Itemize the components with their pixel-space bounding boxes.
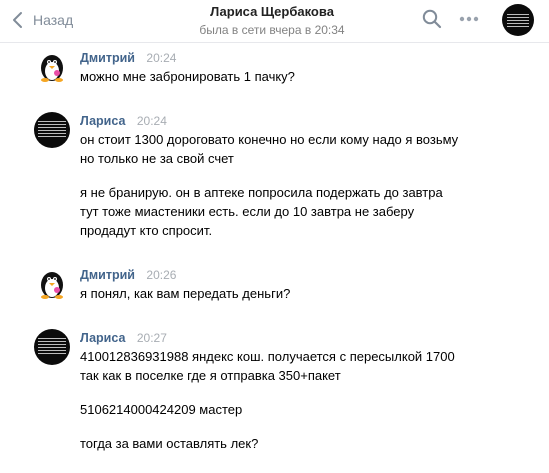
message-text: 410012836931988 яндекс кош. получается с… [80,347,549,453]
back-button-label: Назад [33,12,74,28]
search-icon[interactable] [421,8,443,30]
message-group: Лариса 20:24 он стоит 1300 дороговато ко… [0,106,549,240]
chat-title-block[interactable]: Лариса Щербакова была в сети вчера в 20:… [150,4,394,38]
message-paragraph: 5106214000424209 мастер [80,402,243,417]
message-paragraph: я понял, как вам передать деньги? [80,286,291,301]
last-seen-status: была в сети вчера в 20:34 [199,23,345,37]
message-meta: Дмитрий 20:24 [80,43,549,67]
avatar-text-graphic [38,121,66,139]
message-time[interactable]: 20:24 [137,114,167,128]
avatar-text-graphic [38,338,66,356]
message-text: он стоит 1300 дороговато конечно но если… [80,130,549,240]
chat-header: Назад Лариса Щербакова была в сети вчера… [0,0,549,43]
message-text: можно мне забронировать 1 пачку? [80,67,549,86]
contact-avatar[interactable] [502,4,534,36]
message-group: Дмитрий 20:26 я понял, как вам передать … [0,260,549,303]
author-name[interactable]: Лариса [80,331,125,345]
message-time[interactable]: 20:26 [146,268,176,282]
avatar-text-graphic [507,14,529,29]
message-paragraph: 410012836931988 яндекс кош. получается с… [80,349,455,383]
author-name[interactable]: Дмитрий [80,268,135,282]
message-time[interactable]: 20:24 [146,51,176,65]
penguin-avatar-icon [41,55,63,82]
avatar[interactable] [34,266,70,302]
message-meta: Лариса 20:24 [80,106,549,130]
avatar[interactable] [34,329,70,365]
chat-title: Лариса Щербакова [210,4,334,19]
message-time[interactable]: 20:27 [137,331,167,345]
message-paragraph: тогда за вами оставлять лек? [80,436,259,451]
back-button[interactable]: Назад [10,9,73,31]
chevron-left-icon [13,12,22,28]
message-history: Дмитрий 20:24 можно мне забронировать 1 … [0,43,549,473]
more-icon[interactable] [458,8,480,30]
message-paragraph: он стоит 1300 дороговато конечно но если… [80,132,459,166]
message-meta: Лариса 20:27 [80,323,549,347]
message-group: Лариса 20:27 410012836931988 яндекс кош.… [0,323,549,453]
avatar[interactable] [34,49,70,85]
author-name[interactable]: Дмитрий [80,51,135,65]
author-name[interactable]: Лариса [80,114,125,128]
message-text: я понял, как вам передать деньги? [80,284,549,303]
message-paragraph: можно мне забронировать 1 пачку? [80,69,295,84]
message-meta: Дмитрий 20:26 [80,260,549,284]
penguin-avatar-icon [41,272,63,299]
avatar[interactable] [34,112,70,148]
message-paragraph: я не бранирую. он в аптеке попросила под… [80,185,443,238]
message-group: Дмитрий 20:24 можно мне забронировать 1 … [0,43,549,86]
